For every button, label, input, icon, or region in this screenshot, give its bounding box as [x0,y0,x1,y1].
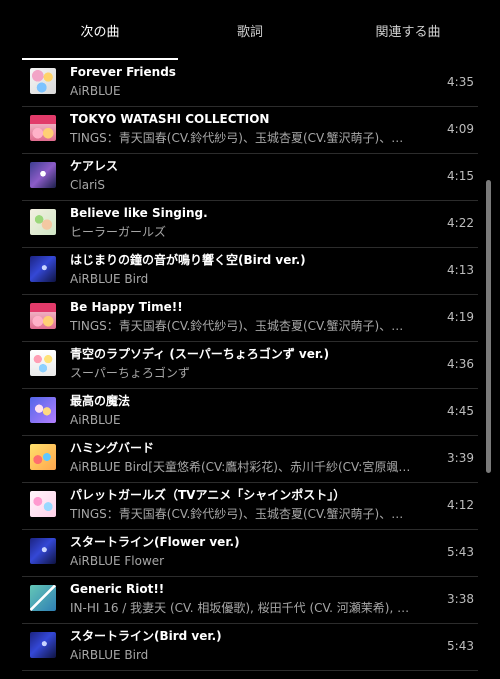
track-artist: AiRBLUE Bird [70,648,149,662]
track-title: 最高の魔法 [70,394,131,408]
queue-item[interactable]: スタートライン(Flower ver.) AiRBLUE Flower 5:43 [22,530,478,577]
track-artist: AiRBLUE [70,413,121,427]
album-art-thumbnail [30,162,56,188]
queue-item[interactable]: スタートライン(Bird ver.) AiRBLUE Bird 5:43 [22,624,478,671]
track-title: ハミングバード [70,441,155,455]
queue-item[interactable]: パレットガールズ（TVアニメ「シャインポスト」） TINGS：青天国春(CV.鈴… [22,483,478,530]
queue-item[interactable]: ハミングバード AiRBLUE Bird[天童悠希(CV:鷹村彩花)、赤川千紗(… [22,436,478,483]
track-artist: AiRBLUE Flower [70,554,165,568]
queue-item[interactable]: Forever Friends AiRBLUE 4:35 [22,60,478,107]
album-art-thumbnail [30,444,56,470]
track-title: 青空のラプソディ (スーパーちょろゴンず ver.) [70,347,330,361]
track-title: スタートライン(Bird ver.) [70,629,222,643]
track-duration: 5:43 [447,639,474,653]
track-artist: ClariS [70,178,105,192]
track-duration: 4:45 [447,404,474,418]
track-title: Forever Friends [70,65,176,79]
track-title: Believe like Singing. [70,206,208,220]
track-artist: ヒーラーガールズ [70,225,167,239]
queue-list[interactable]: Forever Friends AiRBLUE 4:35 TOKYO WATAS… [0,60,500,679]
track-title: TOKYO WATASHI COLLECTION [70,112,270,126]
track-duration: 4:09 [447,122,474,136]
album-art-thumbnail [30,68,56,94]
track-duration: 4:19 [447,310,474,324]
track-artist: AiRBLUE [70,84,121,98]
track-duration: 5:43 [447,545,474,559]
album-art-thumbnail [30,350,56,376]
track-title: はじまりの鐘の音が鳴り響く空(Bird ver.) [70,253,306,267]
track-duration: 4:13 [447,263,474,277]
album-art-thumbnail [30,585,56,611]
track-duration: 4:15 [447,169,474,183]
album-art-thumbnail [30,209,56,235]
scrollbar-thumb[interactable] [486,180,491,473]
queue-item[interactable]: 青空のラプソディ (スーパーちょろゴンず ver.) スーパーちょろゴンず 4:… [22,342,478,389]
track-duration: 4:22 [447,216,474,230]
queue-item[interactable]: 最高の魔法 AiRBLUE 4:45 [22,389,478,436]
tab-bar: 次の曲 歌詞 関連する曲 [0,0,500,60]
track-artist: TINGS：青天国春(CV.鈴代紗弓)、玉城杏夏(CV.蟹沢萌子)、… [70,507,404,521]
album-art-thumbnail [30,632,56,658]
track-artist: AiRBLUE Bird [70,272,149,286]
track-duration: 3:38 [447,592,474,606]
queue-item[interactable]: ケアレス ClariS 4:15 [22,154,478,201]
album-art-thumbnail [30,397,56,423]
track-title: Generic Riot!! [70,582,165,596]
album-art-thumbnail [30,256,56,282]
track-title: Be Happy Time!! [70,300,183,314]
track-artist: IN-HI 16 / 我妻天 (CV. 相坂優歌), 桜田千代 (CV. 河瀬茉… [70,601,410,615]
tab-up-next[interactable]: 次の曲 [22,0,178,60]
album-art-thumbnail [30,303,56,329]
track-duration: 4:35 [447,75,474,89]
track-duration: 4:36 [447,357,474,371]
track-title: ケアレス [70,159,119,173]
track-artist: AiRBLUE Bird[天童悠希(CV:鷹村彩花)、赤川千紗(CV:宮原颯… [70,460,411,474]
track-title: スタートライン(Flower ver.) [70,535,240,549]
album-art-thumbnail [30,491,56,517]
track-duration: 4:12 [447,498,474,512]
tab-related[interactable]: 関連する曲 [330,0,486,60]
queue-item[interactable]: Generic Riot!! IN-HI 16 / 我妻天 (CV. 相坂優歌)… [22,577,478,624]
track-title: パレットガールズ（TVアニメ「シャインポスト」） [70,488,346,502]
track-artist: TINGS：青天国春(CV.鈴代紗弓)、玉城杏夏(CV.蟹沢萌子)、… [70,319,404,333]
album-art-thumbnail [30,538,56,564]
track-artist: スーパーちょろゴンず [70,366,190,380]
track-duration: 3:39 [447,451,474,465]
queue-item[interactable]: Be Happy Time!! TINGS：青天国春(CV.鈴代紗弓)、玉城杏夏… [22,295,478,342]
queue-item[interactable]: はじまりの鐘の音が鳴り響く空(Bird ver.) AiRBLUE Bird 4… [22,248,478,295]
track-artist: TINGS：青天国春(CV.鈴代紗弓)、玉城杏夏(CV.蟹沢萌子)、… [70,131,404,145]
tab-lyrics[interactable]: 歌詞 [172,0,328,60]
queue-item[interactable]: Believe like Singing. ヒーラーガールズ 4:22 [22,201,478,248]
album-art-thumbnail [30,115,56,141]
queue-item[interactable]: TOKYO WATASHI COLLECTION TINGS：青天国春(CV.鈴… [22,107,478,154]
